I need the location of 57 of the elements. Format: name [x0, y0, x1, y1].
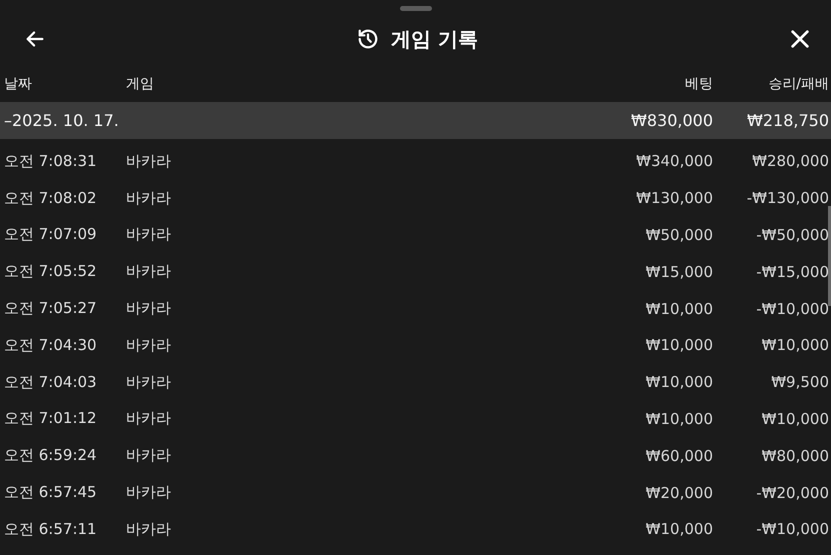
table-cell-text: ₩60,000 [644, 446, 713, 465]
table-cell-text: ₩340,000 [635, 152, 713, 170]
table-cell-text: 오전 7:05:52 [4, 262, 98, 282]
group-bet-total: ₩830,000 [630, 111, 713, 130]
table-cell-text: -₩10,000 [755, 300, 829, 318]
table-cell-text: ₩10,000 [760, 410, 829, 428]
table-cell-text: 오전 7:08:02 [4, 188, 98, 208]
table-cell-text: 바카라 [126, 262, 172, 282]
table-cell-text: ₩50,000 [644, 226, 713, 244]
table-cell-text: ₩10,000 [644, 300, 713, 318]
group-date: –2025. 10. 17. [4, 111, 120, 130]
table-cell-text: -₩50,000 [755, 226, 829, 244]
table-cell-text: 바카라 [126, 520, 172, 539]
scrollbar[interactable] [828, 206, 831, 306]
table-cell-text: 바카라 [126, 188, 172, 208]
history-icon [357, 28, 380, 50]
drag-handle[interactable] [400, 6, 432, 11]
table-cell-text: 오전 7:04:03 [4, 372, 98, 392]
table-cell-text: -₩10,000 [755, 520, 829, 538]
table-cell-text: ₩10,000 [644, 336, 713, 354]
group-result-total: ₩218,750 [746, 111, 829, 130]
table-cell-text: ₩10,000 [644, 373, 713, 392]
window-title: 게임 기록 [391, 26, 478, 52]
table-cell-text: ₩9,500 [770, 373, 829, 392]
table-cell-text: 오전 6:57:11 [4, 520, 98, 539]
table-cell-text: 바카라 [126, 336, 172, 355]
table-cell-text: 오전 7:08:31 [4, 152, 98, 171]
table-cell-text: ₩15,000 [644, 262, 713, 281]
table-cell-text: 오전 7:01:12 [4, 409, 98, 428]
table-cell-text: 바카라 [126, 152, 172, 171]
table-cell-text: 오전 7:07:09 [4, 225, 98, 244]
table-cell-text: ₩10,000 [644, 520, 713, 538]
table-cell-text: -₩130,000 [746, 189, 829, 208]
table-cell-text: 바카라 [126, 409, 172, 428]
table-cell-text: ₩10,000 [644, 410, 713, 428]
table-cell-text: 바카라 [126, 372, 172, 392]
column-header: 날짜 [4, 75, 33, 93]
column-header: 승리/패배 [767, 75, 829, 93]
table-cell-text: 바카라 [126, 446, 172, 466]
table-cell-text: -₩20,000 [755, 484, 829, 502]
table-cell-text: 오전 6:59:24 [4, 446, 98, 466]
close-icon [789, 28, 811, 50]
date-group-row[interactable]: –2025. 10. 17. ₩830,000 ₩218,750 [0, 102, 831, 139]
table-cell-text: 바카라 [126, 483, 172, 502]
table-cell-text: 바카라 [126, 225, 172, 244]
table-cell-text: 바카라 [126, 299, 172, 318]
table-cell-text: 오전 7:05:27 [4, 299, 98, 318]
table-cell-text: ₩20,000 [644, 484, 713, 502]
table-cell-text: ₩80,000 [760, 446, 829, 465]
table-cell-text: ₩10,000 [760, 336, 829, 354]
table-cell-text: -₩15,000 [755, 262, 829, 281]
table-cell-text: ₩130,000 [635, 189, 713, 208]
table-cell-text: 오전 6:57:45 [4, 483, 98, 502]
table-cell-text: 오전 7:04:30 [4, 336, 98, 355]
column-header: 게임 [126, 75, 155, 93]
table-cell-text: ₩280,000 [751, 152, 829, 170]
column-header: 베팅 [684, 75, 713, 93]
